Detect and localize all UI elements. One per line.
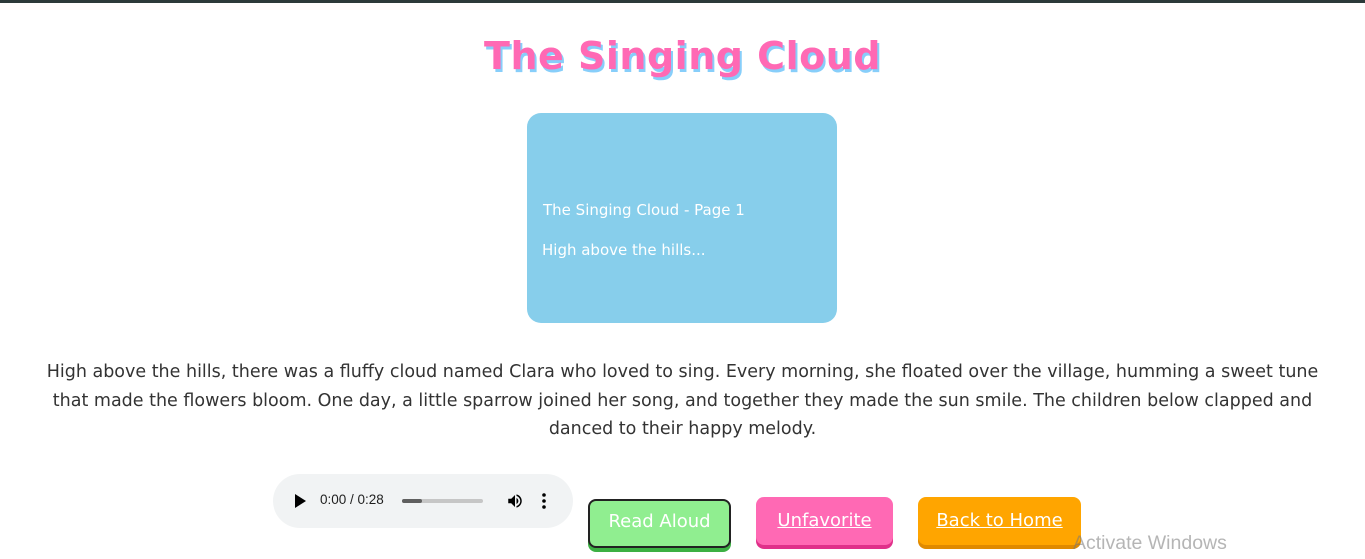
- page-title: The Singing Cloud: [484, 34, 881, 78]
- audio-player[interactable]: 0:00 / 0:28: [273, 474, 573, 528]
- book-page-snippet: High above the hills...: [542, 241, 706, 259]
- book-page-label: The Singing Cloud - Page 1: [543, 201, 745, 219]
- activate-windows-watermark: Activate Windows: [1073, 532, 1227, 554]
- more-options-icon[interactable]: [540, 492, 548, 510]
- audio-progress-slider[interactable]: [402, 499, 483, 503]
- volume-icon[interactable]: [506, 492, 524, 510]
- audio-progress-fill: [402, 499, 423, 503]
- story-text: High above the hills, there was a fluffy…: [46, 362, 1319, 439]
- read-aloud-button[interactable]: Read Aloud: [588, 499, 731, 548]
- play-icon[interactable]: [295, 494, 306, 508]
- book-page-card: The Singing Cloud - Page 1 High above th…: [527, 113, 837, 323]
- back-to-home-button[interactable]: Back to Home: [918, 497, 1081, 545]
- unfavorite-button[interactable]: Unfavorite: [756, 497, 893, 545]
- top-border: [0, 0, 1365, 3]
- audio-time-display: 0:00 / 0:28: [320, 492, 384, 507]
